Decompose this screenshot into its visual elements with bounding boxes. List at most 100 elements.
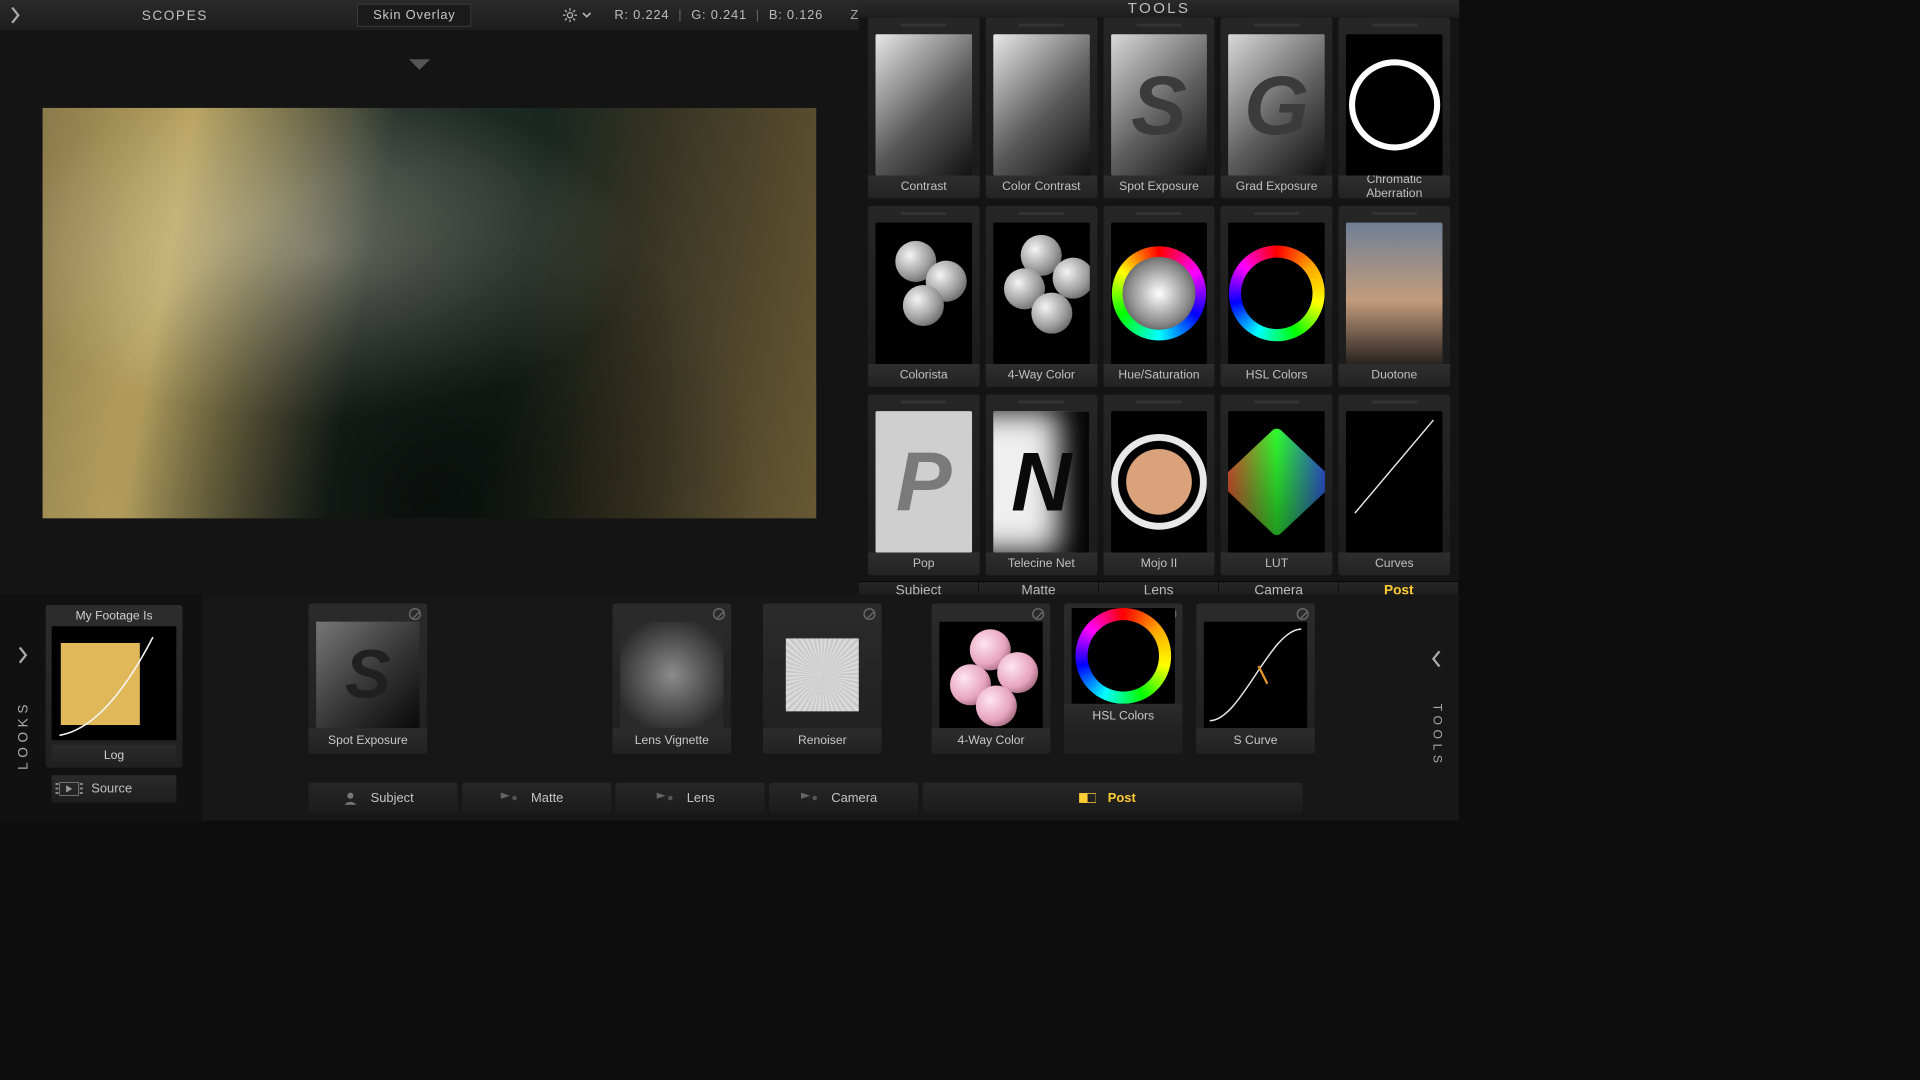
pipeline-tab-label: Lens bbox=[687, 790, 715, 805]
drag-handle-icon[interactable] bbox=[868, 397, 980, 406]
drag-handle-icon[interactable] bbox=[1103, 209, 1215, 218]
tool-card-hue-saturation[interactable]: Hue/Saturation bbox=[1103, 206, 1215, 387]
tool-card-curves[interactable]: Curves bbox=[1339, 394, 1451, 575]
tool-label: Pop bbox=[868, 553, 980, 576]
tool-card-mojo-ii[interactable]: Mojo II bbox=[1103, 394, 1215, 575]
chevron-down-icon bbox=[582, 12, 591, 18]
drag-handle-icon[interactable] bbox=[986, 21, 1098, 30]
tool-label: Chromatic Aberration bbox=[1339, 176, 1451, 199]
pipeline-card-label: HSL Colors bbox=[1064, 704, 1183, 730]
drag-handle-icon[interactable] bbox=[1103, 21, 1215, 30]
preview-viewer[interactable] bbox=[43, 108, 817, 518]
tool-label: LUT bbox=[1221, 553, 1333, 576]
tool-thumb: S bbox=[1111, 34, 1207, 175]
pipeline-tab-post[interactable]: Post bbox=[923, 783, 1303, 813]
pipeline-card-hsl-colors[interactable]: HSL Colors bbox=[1064, 603, 1183, 753]
drag-handle-icon[interactable] bbox=[1339, 397, 1451, 406]
disable-icon[interactable] bbox=[863, 608, 875, 620]
footage-label: Log bbox=[52, 745, 177, 763]
looks-rail-label: LOOKS bbox=[15, 700, 31, 770]
tool-card-telecine-net[interactable]: NTelecine Net bbox=[986, 394, 1098, 575]
tool-card-grad-exposure[interactable]: GGrad Exposure bbox=[1221, 17, 1333, 198]
source-button[interactable]: Source bbox=[52, 775, 177, 802]
tool-card-duotone[interactable]: Duotone bbox=[1339, 206, 1451, 387]
flag-icon bbox=[799, 791, 819, 805]
pipeline-card-lens-vignette[interactable]: Lens Vignette bbox=[613, 603, 732, 753]
tool-thumb: P bbox=[876, 411, 972, 552]
gear-icon bbox=[563, 8, 578, 23]
tool-card-lut[interactable]: LUT bbox=[1221, 394, 1333, 575]
tool-card-chromatic-aberration[interactable]: Chromatic Aberration bbox=[1339, 17, 1451, 198]
pipeline-tab-label: Subject bbox=[371, 790, 414, 805]
pipeline-card-renoiser[interactable]: Renoiser bbox=[763, 603, 882, 753]
pipeline-tab-label: Post bbox=[1108, 790, 1136, 805]
flag-icon bbox=[499, 791, 519, 805]
drag-handle-icon[interactable] bbox=[1339, 209, 1451, 218]
looks-expand-chevron[interactable] bbox=[17, 645, 29, 670]
tool-label: Colorista bbox=[868, 364, 980, 387]
bottom-panel: LOOKS My Footage Is Log Source SSpot Exp… bbox=[0, 594, 1459, 820]
tool-card-colorista[interactable]: Colorista bbox=[868, 206, 980, 387]
tool-label: Telecine Net bbox=[986, 553, 1098, 576]
film-icon bbox=[59, 782, 79, 796]
tool-thumb bbox=[1228, 411, 1324, 552]
pipeline-tab-lens[interactable]: Lens bbox=[616, 783, 765, 813]
tool-label: 4-Way Color bbox=[986, 364, 1098, 387]
tool-thumb: G bbox=[1228, 34, 1324, 175]
tool-thumb bbox=[993, 223, 1089, 364]
tool-label: Hue/Saturation bbox=[1103, 364, 1215, 387]
tool-card-pop[interactable]: PPop bbox=[868, 394, 980, 575]
drag-handle-icon[interactable] bbox=[1103, 397, 1215, 406]
pipeline-tab-subject[interactable]: Subject bbox=[309, 783, 458, 813]
pipeline-card-4-way-color[interactable]: 4-Way Color bbox=[932, 603, 1051, 753]
tool-thumb bbox=[1111, 411, 1207, 552]
drag-handle-icon[interactable] bbox=[1339, 21, 1451, 30]
tool-label: Duotone bbox=[1339, 364, 1451, 387]
drag-handle-icon[interactable] bbox=[1221, 397, 1333, 406]
tools-panel-title: TOOLS bbox=[859, 0, 1459, 17]
tool-card-spot-exposure[interactable]: SSpot Exposure bbox=[1103, 17, 1215, 198]
disable-icon[interactable] bbox=[1297, 608, 1309, 620]
disable-icon[interactable] bbox=[1032, 608, 1044, 620]
flag-icon bbox=[655, 791, 675, 805]
tool-card-4-way-color[interactable]: 4-Way Color bbox=[986, 206, 1098, 387]
tool-thumb bbox=[1346, 411, 1442, 552]
tool-thumb bbox=[1111, 223, 1207, 364]
rgb-g: G: 0.241 bbox=[691, 8, 747, 22]
tool-card-color-contrast[interactable]: Color Contrast bbox=[986, 17, 1098, 198]
tool-label: HSL Colors bbox=[1221, 364, 1333, 387]
drag-handle-icon[interactable] bbox=[1221, 209, 1333, 218]
disable-icon[interactable] bbox=[713, 608, 725, 620]
pipeline-card-label: Renoiser bbox=[763, 728, 882, 754]
pipeline-tab-label: Matte bbox=[531, 790, 563, 805]
pipeline-card-spot-exposure[interactable]: SSpot Exposure bbox=[309, 603, 428, 753]
tool-card-hsl-colors[interactable]: HSL Colors bbox=[1221, 206, 1333, 387]
scopes-expand-chevron[interactable] bbox=[0, 0, 30, 30]
tool-card-contrast[interactable]: Contrast bbox=[868, 17, 980, 198]
tools-panel: TOOLS ContrastColor ContrastSSpot Exposu… bbox=[859, 0, 1459, 594]
tool-label: Curves bbox=[1339, 553, 1451, 576]
tools-rail-label: TOOLS bbox=[1430, 703, 1444, 767]
pipeline-tab-matte[interactable]: Matte bbox=[462, 783, 611, 813]
drag-handle-icon[interactable] bbox=[986, 209, 1098, 218]
pipeline-strip: SSpot Exposure Lens Vignette Renoiser 4-Way… bbox=[202, 594, 1413, 820]
drag-handle-icon[interactable] bbox=[1221, 21, 1333, 30]
footage-card[interactable]: My Footage Is Log bbox=[46, 605, 183, 768]
pipeline-tab-camera[interactable]: Camera bbox=[769, 783, 918, 813]
drag-handle-icon[interactable] bbox=[986, 397, 1098, 406]
overlay-dropdown[interactable]: Skin Overlay bbox=[357, 4, 471, 27]
person-icon bbox=[342, 791, 359, 805]
pipeline-card-s-curve[interactable]: S Curve bbox=[1196, 603, 1315, 753]
rgb-readout: R: 0.224 | G: 0.241 | B: 0.126 bbox=[614, 8, 827, 23]
tools-grid: ContrastColor ContrastSSpot ExposureGGra… bbox=[859, 17, 1459, 581]
tool-thumb bbox=[1346, 34, 1442, 175]
settings-gear[interactable] bbox=[563, 8, 592, 23]
disable-icon[interactable] bbox=[409, 608, 421, 620]
tools-collapse-chevron[interactable] bbox=[1430, 648, 1442, 673]
tool-thumb bbox=[876, 223, 972, 364]
drag-handle-icon[interactable] bbox=[868, 209, 980, 218]
drag-handle-icon[interactable] bbox=[868, 21, 980, 30]
tools-rail: TOOLS bbox=[1414, 594, 1460, 820]
preview-area bbox=[0, 30, 859, 594]
tool-thumb bbox=[993, 34, 1089, 175]
